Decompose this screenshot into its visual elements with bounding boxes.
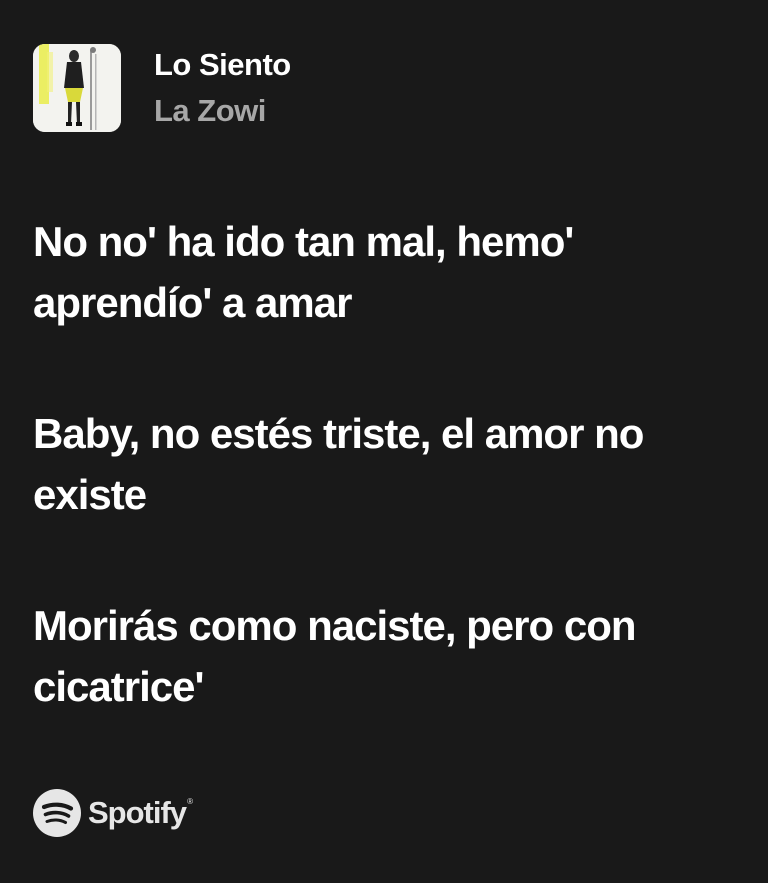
lyrics-block: No no' ha ido tan mal, hemo' aprendío' a… bbox=[33, 211, 733, 787]
spotify-logo-icon bbox=[33, 789, 81, 837]
lyric-line: Morirás como naciste, pero con cicatrice… bbox=[33, 602, 637, 710]
album-cover bbox=[33, 44, 121, 132]
trademark-symbol: ® bbox=[187, 797, 193, 806]
track-header: Lo Siento La Zowi bbox=[33, 44, 291, 132]
track-title: Lo Siento bbox=[154, 47, 291, 82]
lyric-line: No no' ha ido tan mal, hemo' aprendío' a… bbox=[33, 218, 574, 326]
spotify-branding: Spotify ® bbox=[33, 789, 193, 837]
lyrics-share-card: Lo Siento La Zowi No no' ha ido tan mal,… bbox=[0, 0, 768, 883]
album-cover-image bbox=[33, 44, 121, 132]
track-artist: La Zowi bbox=[154, 93, 266, 128]
spotify-wordmark: Spotify bbox=[88, 795, 187, 830]
track-meta: Lo Siento La Zowi bbox=[154, 44, 291, 126]
lyric-line: Baby, no estés triste, el amor no existe bbox=[33, 410, 644, 518]
